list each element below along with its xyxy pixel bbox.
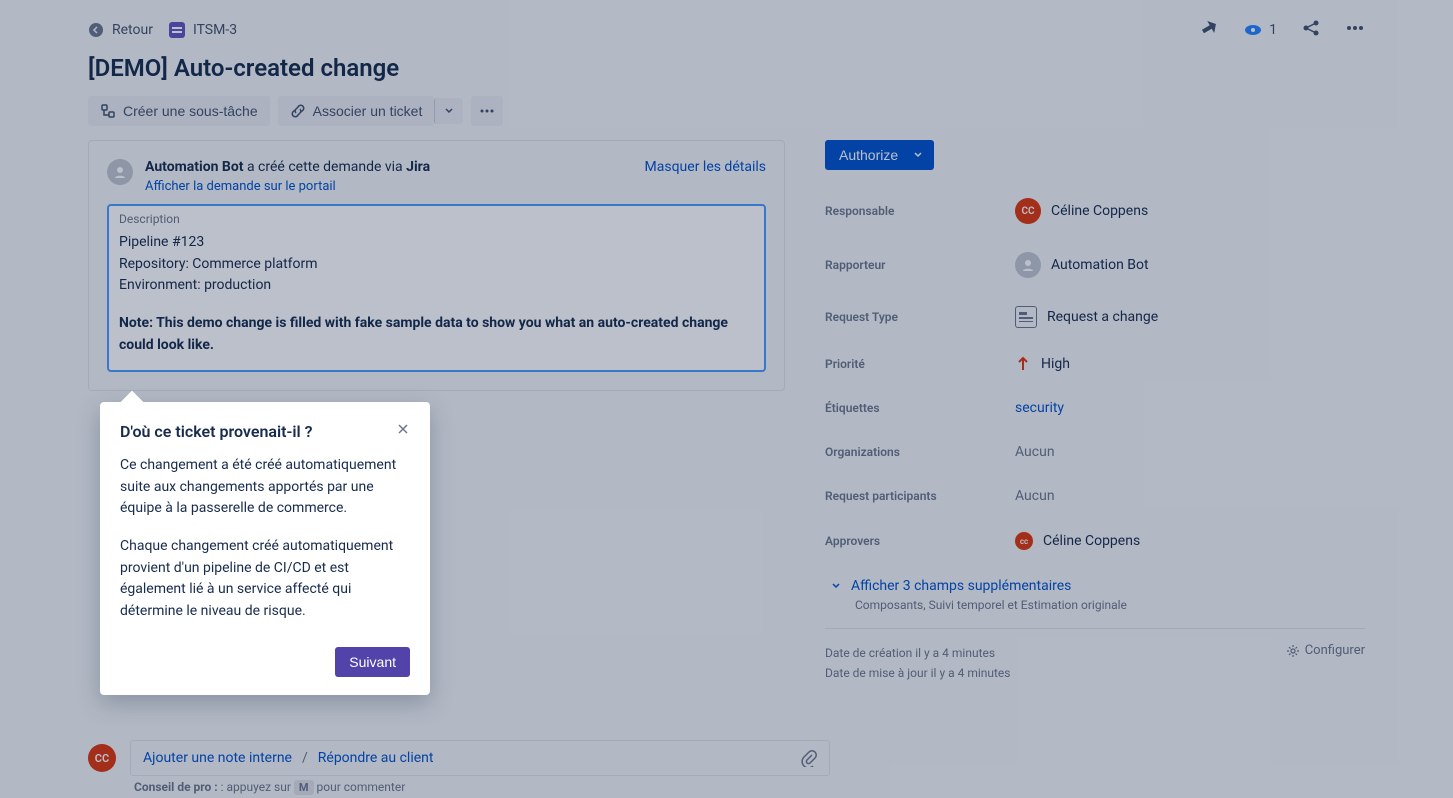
priority-high-icon (1015, 356, 1031, 372)
more-toolbar-button[interactable] (471, 96, 503, 126)
link-ticket-button[interactable]: Associer un ticket (278, 96, 435, 126)
popover-title: D'où ce ticket provenait-il ? (120, 422, 313, 441)
dots-icon (479, 103, 495, 119)
field-responsable: Responsable CC Céline Coppens (825, 198, 1365, 224)
field-approvers: Approvers cc Céline Coppens (825, 532, 1365, 550)
watch-button[interactable]: 1 (1243, 20, 1277, 40)
popover-paragraph-2: Chaque changement créé automatiquement p… (120, 536, 410, 623)
issue-key-link[interactable]: ITSM-3 (169, 22, 237, 38)
link-ticket-dropdown[interactable] (434, 98, 463, 124)
close-icon (396, 422, 410, 436)
hide-details-link[interactable]: Masquer les détails (645, 159, 766, 175)
user-avatar: CC (1015, 198, 1041, 224)
show-more-fields[interactable]: Afficher 3 champs supplémentaires (829, 578, 1365, 594)
create-subtask-button[interactable]: Créer une sous-tâche (88, 96, 270, 126)
chevron-down-icon (443, 105, 455, 117)
status-label: Authorize (839, 147, 898, 163)
chevron-down-icon (829, 579, 843, 593)
priority-value: High (1041, 356, 1070, 372)
request-panel: Automation Bot a créé cette demande via … (88, 140, 785, 391)
link-icon (290, 103, 306, 119)
chevron-down-icon (912, 149, 924, 161)
watch-count-label: 1 (1269, 22, 1277, 38)
page-title: [DEMO] Auto-created change (88, 54, 1365, 82)
description-editor[interactable]: Description Pipeline #123 Repository: Co… (107, 204, 766, 372)
field-priority: Priorité High (825, 356, 1365, 372)
attach-icon[interactable] (799, 749, 817, 767)
field-organizations: Organizations Aucun (825, 444, 1365, 460)
approver-avatar: cc (1015, 532, 1033, 550)
onboarding-popover: D'où ce ticket provenait-il ? Ce changem… (100, 402, 430, 695)
portal-link[interactable]: Afficher la demande sur le portail (145, 179, 336, 194)
back-label: Retour (112, 22, 153, 38)
request-type-value: Request a change (1047, 309, 1158, 325)
organizations-value[interactable]: Aucun (1015, 444, 1055, 460)
show-more-label: Afficher 3 champs supplémentaires (851, 578, 1071, 594)
back-icon (88, 22, 104, 38)
show-more-sublabel: Composants, Suivi temporel et Estimation… (855, 598, 1365, 612)
issue-key-label: ITSM-3 (193, 22, 237, 38)
status-button[interactable]: Authorize (825, 140, 934, 170)
tag-link[interactable]: security (1015, 400, 1064, 416)
eye-icon (1243, 20, 1263, 40)
add-internal-note-link[interactable]: Ajouter une note interne (143, 750, 292, 766)
breadcrumb: Retour ITSM-3 (88, 22, 237, 38)
responsable-value: Céline Coppens (1051, 203, 1148, 219)
field-rapporteur: Rapporteur Automation Bot (825, 252, 1365, 278)
field-etiquettes: Étiquettes security (825, 400, 1365, 416)
subtask-icon (100, 103, 116, 119)
popover-close-button[interactable] (396, 422, 410, 441)
description-body: Pipeline #123 Repository: Commerce platf… (119, 232, 752, 356)
popover-paragraph-1: Ce changement a été créé automatiquement… (120, 455, 410, 520)
updated-date: Date de mise à jour il y a 4 minutes (825, 663, 1010, 683)
created-date: Date de création il y a 4 minutes (825, 643, 1010, 663)
feedback-icon[interactable] (1199, 18, 1219, 42)
create-subtask-label: Créer une sous-tâche (123, 103, 258, 119)
share-icon[interactable] (1301, 18, 1321, 42)
more-actions-icon[interactable] (1345, 18, 1365, 42)
rapporteur-value: Automation Bot (1051, 257, 1149, 273)
gear-icon (1286, 644, 1300, 658)
request-type-icon (1015, 306, 1037, 328)
current-user-avatar: CC (88, 744, 116, 772)
popover-next-button[interactable]: Suivant (335, 647, 410, 677)
field-participants: Request participants Aucun (825, 488, 1365, 504)
comment-input[interactable]: Ajouter une note interne / Répondre au c… (130, 740, 830, 776)
approvers-value: Céline Coppens (1043, 533, 1140, 549)
pro-tip: Conseil de pro : : appuyez sur M pour co… (134, 780, 405, 794)
created-by-text: Automation Bot a créé cette demande via … (145, 159, 430, 175)
issue-type-icon (169, 22, 185, 38)
bot-avatar-icon (1015, 252, 1041, 278)
field-request-type: Request Type Request a change (825, 306, 1365, 328)
bot-avatar (107, 159, 133, 185)
link-ticket-label: Associer un ticket (313, 103, 423, 119)
participants-value[interactable]: Aucun (1015, 488, 1055, 504)
description-label: Description (119, 212, 752, 226)
reply-to-customer-link[interactable]: Répondre au client (318, 750, 434, 766)
back-link[interactable]: Retour (88, 22, 153, 38)
configure-link[interactable]: Configurer (1286, 643, 1365, 658)
configure-label: Configurer (1305, 643, 1365, 658)
